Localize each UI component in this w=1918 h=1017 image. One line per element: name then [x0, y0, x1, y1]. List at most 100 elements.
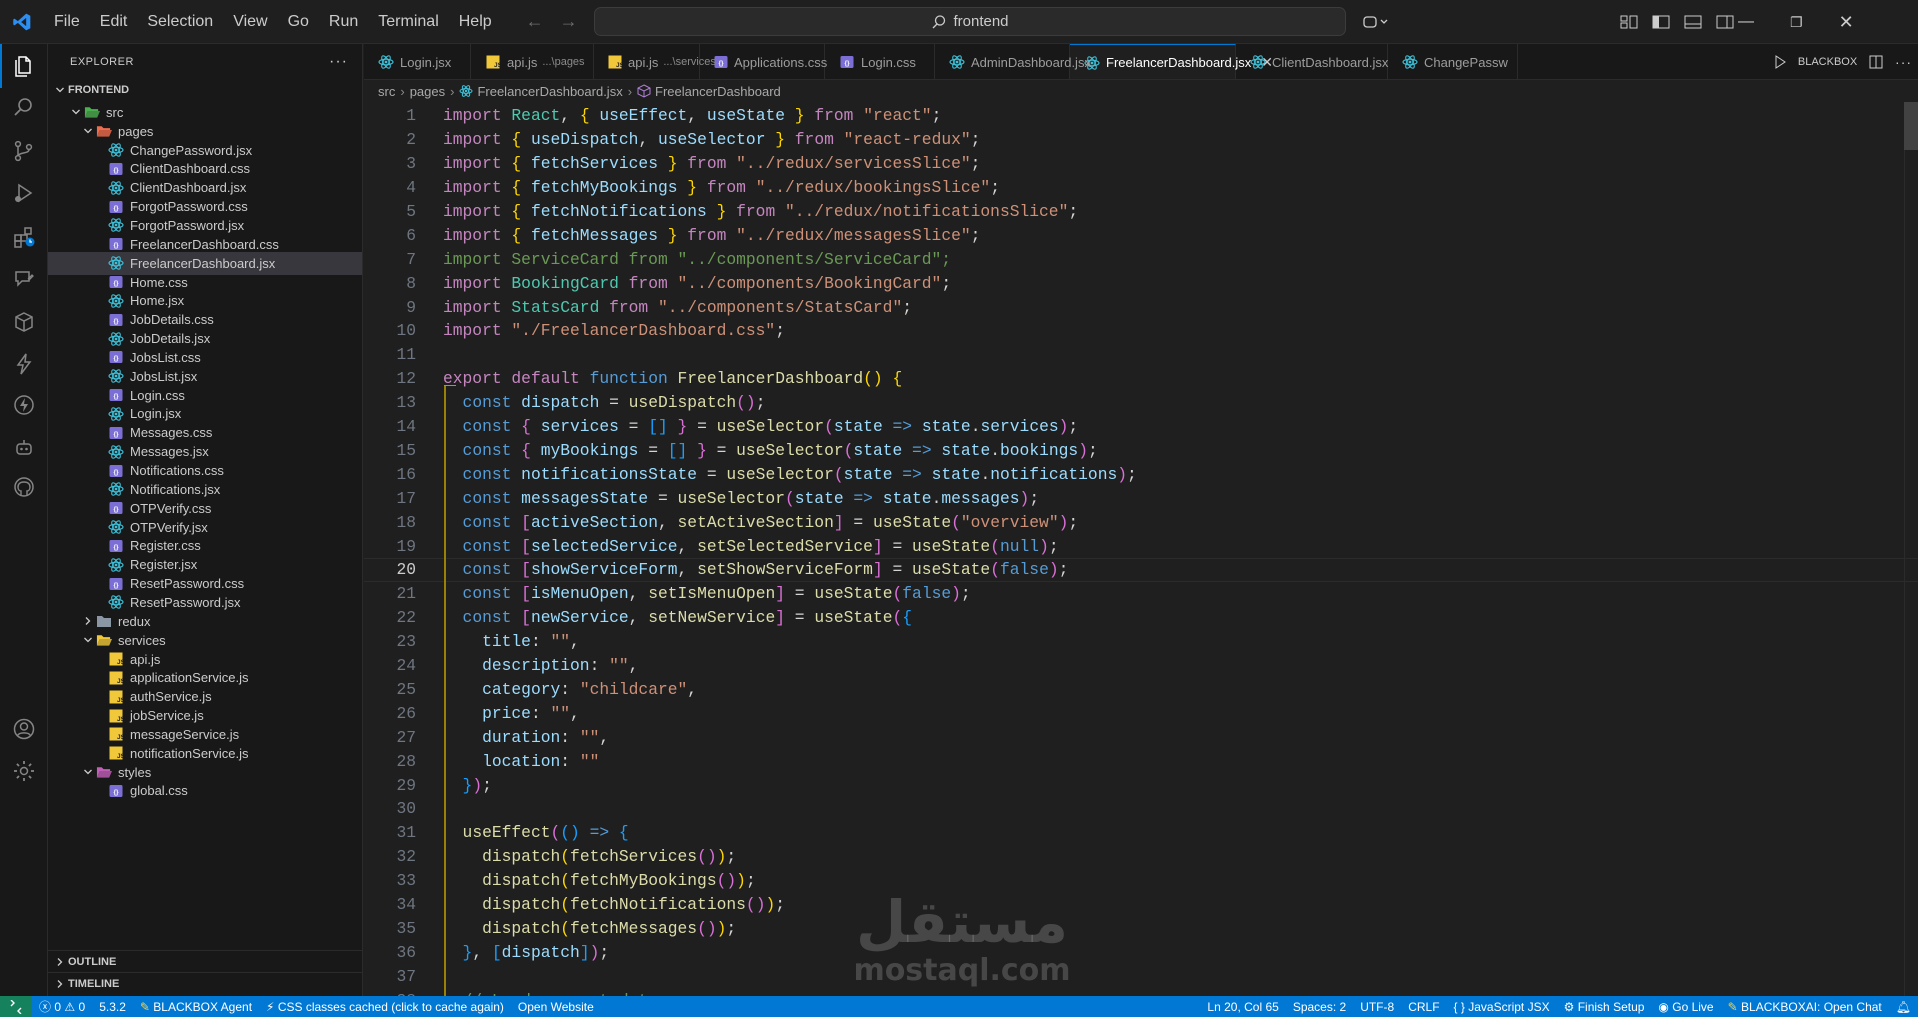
- menu-go[interactable]: Go: [278, 7, 319, 37]
- problems-indicator[interactable]: ⓧ 0 ⚠ 0: [32, 996, 92, 1017]
- menu-run[interactable]: Run: [319, 7, 368, 37]
- notifications-bell[interactable]: 🔔︎: [1889, 996, 1918, 1017]
- tab[interactable]: JS api.js ...\services: [594, 44, 716, 79]
- toggle-secondary-sidebar-icon[interactable]: [1716, 14, 1734, 30]
- tab[interactable]: {} Login.css: [825, 44, 935, 79]
- menu-selection[interactable]: Selection: [137, 7, 223, 37]
- settings-icon[interactable]: [0, 749, 48, 793]
- lightning-icon[interactable]: [0, 383, 48, 427]
- breadcrumb-src[interactable]: src: [378, 84, 395, 99]
- source-control-icon[interactable]: [0, 129, 48, 173]
- bolt-icon[interactable]: [0, 342, 48, 386]
- tab[interactable]: JS api.js ...\pages: [471, 44, 594, 79]
- code-token: =: [843, 512, 873, 532]
- line-number: 37: [396, 966, 416, 986]
- go-live-button[interactable]: ◉ Go Live: [1651, 996, 1720, 1017]
- agent-icon[interactable]: [0, 426, 48, 470]
- encoding-indicator[interactable]: UTF-8: [1353, 996, 1401, 1017]
- search-icon[interactable]: [0, 86, 48, 130]
- close-window-icon[interactable]: ✕: [1839, 12, 1854, 33]
- code-token: {: [521, 440, 541, 460]
- github-icon[interactable]: [0, 465, 48, 509]
- tree-file[interactable]: {} global.css: [48, 780, 362, 803]
- line-number: 23: [396, 632, 416, 652]
- open-website-button[interactable]: Open Website: [511, 996, 601, 1017]
- more-actions-icon[interactable]: ···: [329, 53, 348, 71]
- tab[interactable]: ClientDashboard.jsx: [1236, 44, 1388, 79]
- restore-icon[interactable]: ❐: [1790, 14, 1803, 31]
- accounts-icon[interactable]: [0, 707, 48, 751]
- menu-view[interactable]: View: [223, 7, 277, 37]
- menu-terminal[interactable]: Terminal: [368, 7, 448, 37]
- more-actions-icon[interactable]: ···: [1895, 54, 1912, 70]
- code-token: =: [882, 536, 913, 556]
- workspace-root[interactable]: FRONTEND: [48, 79, 362, 102]
- menu-edit[interactable]: Edit: [90, 7, 138, 37]
- code-token: [: [491, 942, 502, 962]
- tab-active[interactable]: FreelancerDashboard.jsx ✕: [1070, 44, 1273, 79]
- tree-item-label: JobDetails.jsx: [130, 331, 211, 347]
- language-mode[interactable]: { } JavaScript JSX: [1447, 996, 1557, 1017]
- code-token: const: [462, 393, 522, 413]
- run-debug-icon[interactable]: [0, 171, 48, 215]
- tab[interactable]: Login.jsx: [364, 44, 471, 79]
- code-token: ;: [941, 273, 952, 293]
- outline-section[interactable]: OUTLINE: [48, 950, 362, 972]
- close-tab-icon[interactable]: ✕: [1261, 54, 1273, 71]
- blackbox-chat-button[interactable]: ✎ BLACKBOXAI: Open Chat: [1721, 996, 1889, 1017]
- copilot-menu[interactable]: [1362, 0, 1388, 44]
- code-line: 13 const dispatch = useDispatch();: [364, 391, 1918, 415]
- split-editor-icon[interactable]: [1869, 55, 1883, 69]
- blackbox-icon[interactable]: [0, 257, 48, 301]
- finish-setup-button[interactable]: ⚙ Finish Setup: [1557, 996, 1652, 1017]
- timeline-section[interactable]: TIMELINE: [48, 972, 362, 994]
- breadcrumb-pages[interactable]: pages: [410, 84, 445, 99]
- breadcrumb-symbol[interactable]: FreelancerDashboard: [637, 84, 781, 99]
- menu-file[interactable]: File: [44, 7, 90, 37]
- cursor-position[interactable]: Ln 20, Col 65: [1200, 996, 1285, 1017]
- css-file-icon: {}: [108, 464, 124, 478]
- code-token: useEffect: [462, 823, 551, 843]
- toggle-primary-sidebar-icon[interactable]: [1652, 14, 1670, 30]
- forward-arrow-icon[interactable]: →: [552, 11, 586, 32]
- code-token: :: [530, 632, 551, 652]
- code-line: 5 import { fetchNotifications } from "../…: [364, 200, 1918, 224]
- toggle-panel-icon[interactable]: [1684, 14, 1702, 30]
- css-cache-button[interactable]: ⚡ CSS classes cached (click to cache aga…: [259, 996, 511, 1017]
- remote-explorer-icon[interactable]: [0, 300, 48, 344]
- tab[interactable]: ChangePassw: [1388, 44, 1518, 79]
- blackbox-agent-button[interactable]: ✎ BLACKBOX Agent: [133, 996, 259, 1017]
- explorer-sidebar: EXPLORER ··· FRONTEND src pages ChangePass…: [48, 44, 363, 996]
- customize-layout-icon[interactable]: [1620, 14, 1638, 30]
- code-token: dispatch: [482, 871, 561, 891]
- code-editor[interactable]: 1 import React, { useEffect, useState } f…: [364, 102, 1918, 996]
- remote-indicator[interactable]: [0, 996, 32, 1017]
- breadcrumb-file[interactable]: FreelancerDashboard.jsx: [459, 84, 623, 99]
- tab[interactable]: {} Applications.css: [700, 44, 827, 79]
- menu-help[interactable]: Help: [449, 7, 502, 37]
- tree-item-label: ForgotPassword.jsx: [130, 217, 245, 233]
- explorer-icon[interactable]: [0, 44, 48, 88]
- version-indicator[interactable]: 5.3.2: [92, 996, 133, 1017]
- css-file-icon: {}: [108, 426, 124, 440]
- editor-scrollbar[interactable]: [1904, 102, 1918, 996]
- explorer-title: EXPLORER: [70, 55, 134, 68]
- eol-indicator[interactable]: CRLF: [1401, 996, 1446, 1017]
- code-token: useDispatch: [628, 393, 737, 413]
- css-file-icon: {}: [839, 55, 855, 69]
- tab[interactable]: AdminDashboard.jsx: [935, 44, 1091, 79]
- code-token: .: [931, 488, 942, 508]
- line-number: 16: [396, 464, 416, 484]
- minimize-icon[interactable]: —: [1738, 13, 1754, 31]
- code-token: {: [511, 225, 531, 245]
- extensions-icon[interactable]: [0, 215, 48, 259]
- run-icon[interactable]: [1774, 55, 1786, 69]
- command-center-search[interactable]: frontend: [594, 7, 1346, 36]
- blackbox-label[interactable]: BLACKBOX: [1798, 56, 1857, 68]
- scrollbar-thumb[interactable]: [1904, 102, 1918, 150]
- back-arrow-icon[interactable]: ←: [518, 11, 552, 32]
- indentation-indicator[interactable]: Spaces: 2: [1286, 996, 1353, 1017]
- layout-controls: [1620, 0, 1734, 44]
- tree-item-label: Notifications.css: [130, 463, 224, 479]
